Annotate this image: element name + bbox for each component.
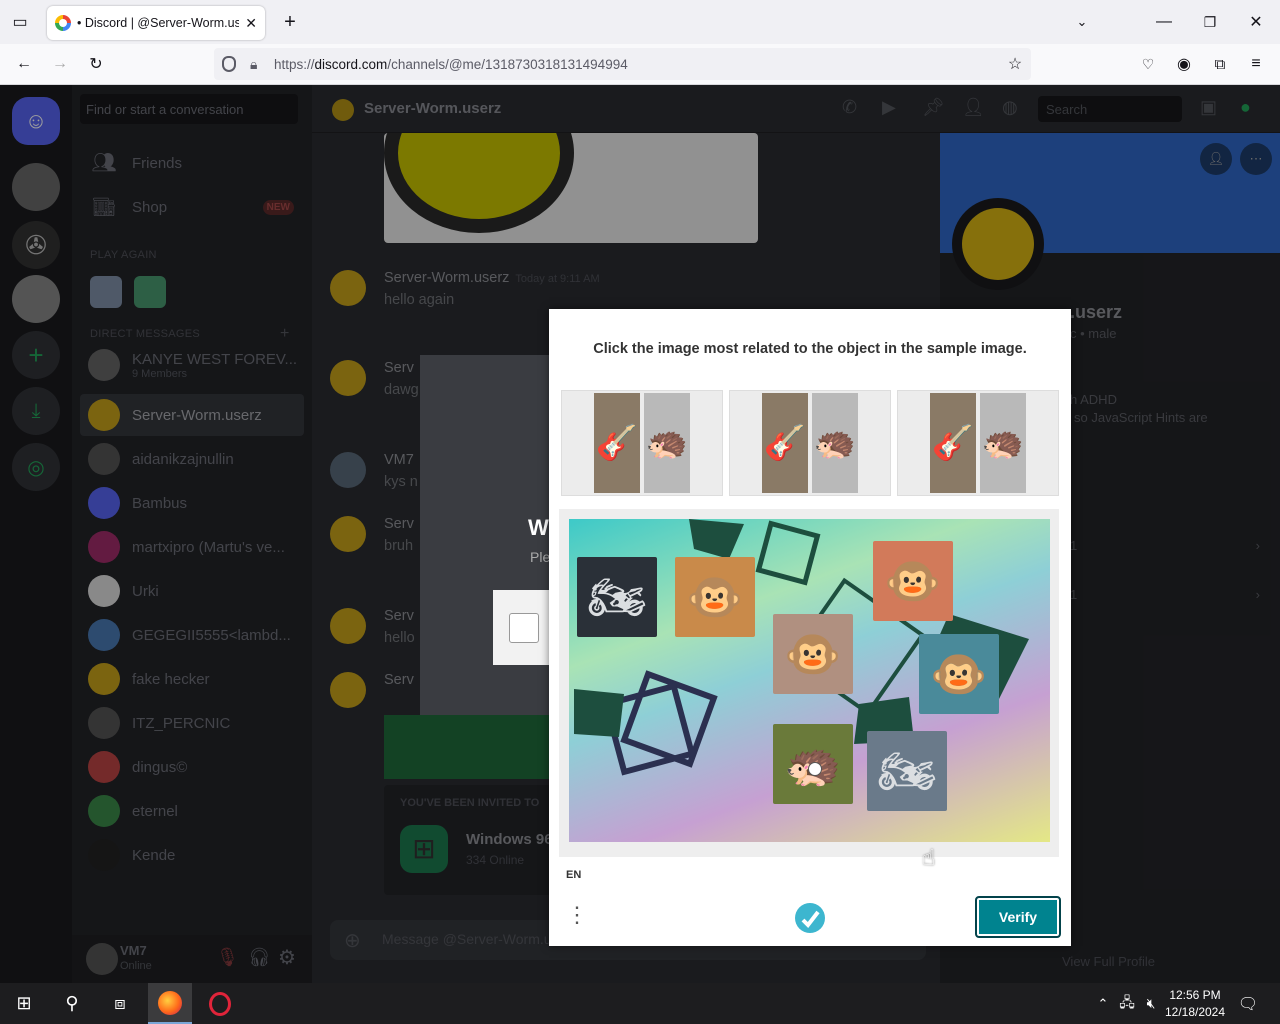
pocket-icon[interactable]: ♡: [1130, 46, 1166, 82]
captcha-menu-icon[interactable]: ⋮: [565, 904, 589, 928]
dialog-text-fragment: Ple: [530, 549, 551, 565]
language-selector[interactable]: EN: [566, 869, 581, 881]
monkey-tile[interactable]: 🐵: [873, 541, 953, 621]
hedgehog-icon: 🦔: [812, 393, 858, 493]
forward-icon[interactable]: →: [42, 46, 78, 82]
mouse-cursor-icon: ☝︎: [922, 845, 936, 870]
sample-image: 🎸 🦔: [561, 390, 723, 496]
start-windows-icon[interactable]: ⊞: [2, 983, 46, 1024]
url-bar[interactable]: https://discord.com/channels/@me/1318730…: [214, 48, 1031, 80]
reload-icon[interactable]: ↻: [78, 46, 114, 82]
verify-button[interactable]: Verify: [975, 896, 1061, 938]
notifications-icon[interactable]: 🗨︎: [1230, 983, 1266, 1024]
captcha-checkbox-widget: [493, 590, 553, 665]
extensions-icon[interactable]: ⧉: [1202, 46, 1238, 82]
tab-list-icon[interactable]: ▭: [2, 4, 38, 40]
system-clock[interactable]: 12:56 PM 12/18/2024: [1160, 987, 1230, 1021]
lock-icon[interactable]: 🔒︎: [250, 56, 257, 73]
clock-date: 12/18/2024: [1164, 1005, 1226, 1019]
task-view-icon[interactable]: ⧈: [98, 983, 142, 1024]
monkey-tile[interactable]: 🐵: [675, 557, 755, 637]
restore-icon[interactable]: ❐: [1192, 4, 1228, 40]
close-window-icon[interactable]: ✕: [1238, 4, 1274, 40]
sample-image: 🎸 🦔: [897, 390, 1059, 496]
guitar-icon: 🎸: [930, 393, 976, 493]
motorcycle-tile[interactable]: 🏍: [867, 731, 947, 811]
discord-favicon-icon: [55, 15, 71, 31]
monkey-tile[interactable]: 🐵: [773, 614, 853, 694]
sample-image: 🎸 🦔: [729, 390, 891, 496]
tab-title: • Discord | @Server-Worm.user: [77, 16, 240, 30]
search-icon[interactable]: ⚲: [50, 983, 94, 1024]
dialog-title-fragment: W: [528, 515, 549, 540]
captcha-checkbox[interactable]: [509, 613, 539, 643]
url-path: /channels/@me/1318730318131494994: [387, 56, 628, 72]
selection-marker: [808, 762, 822, 776]
list-all-tabs-icon[interactable]: ⌄: [1064, 4, 1100, 40]
taskbar: [0, 983, 1280, 1024]
captcha-challenge: Click the image most related to the obje…: [549, 309, 1071, 946]
show-hidden-icons-icon[interactable]: ⌃: [1090, 983, 1116, 1024]
captcha-canvas[interactable]: 🏍🐵🐵🐵🐵🦔🏍: [569, 519, 1050, 842]
account-icon[interactable]: ◉: [1166, 46, 1202, 82]
url-prefix: https://: [274, 56, 315, 72]
guitar-icon: 🎸: [762, 393, 808, 493]
motorcycle-tile[interactable]: 🏍: [577, 557, 657, 637]
network-icon[interactable]: 🖧︎: [1114, 983, 1140, 1024]
back-icon[interactable]: ←: [6, 46, 42, 82]
hedgehog-icon: 🦔: [980, 393, 1026, 493]
guitar-icon: 🎸: [594, 393, 640, 493]
bookmark-star-icon[interactable]: ☆: [997, 46, 1033, 82]
url-domain: discord.com: [314, 56, 388, 72]
monkey-tile[interactable]: 🐵: [919, 634, 999, 714]
menu-icon[interactable]: ≡: [1238, 46, 1274, 82]
hcaptcha-logo-icon: [795, 903, 825, 933]
new-tab-icon[interactable]: +: [272, 4, 308, 40]
captcha-prompt: Click the image most related to the obje…: [593, 341, 1027, 357]
minimize-icon[interactable]: —: [1146, 4, 1182, 40]
hedgehog-icon: 🦔: [644, 393, 690, 493]
opera-taskbar-icon[interactable]: [198, 983, 242, 1024]
browser-tab[interactable]: • Discord | @Server-Worm.user ✕: [47, 6, 265, 40]
clock-time: 12:56 PM: [1169, 988, 1221, 1002]
shield-icon[interactable]: [222, 56, 236, 72]
close-tab-icon[interactable]: ✕: [245, 15, 257, 32]
captcha-board: 🏍🐵🐵🐵🐵🦔🏍: [559, 509, 1059, 857]
firefox-taskbar-icon[interactable]: [148, 983, 192, 1024]
